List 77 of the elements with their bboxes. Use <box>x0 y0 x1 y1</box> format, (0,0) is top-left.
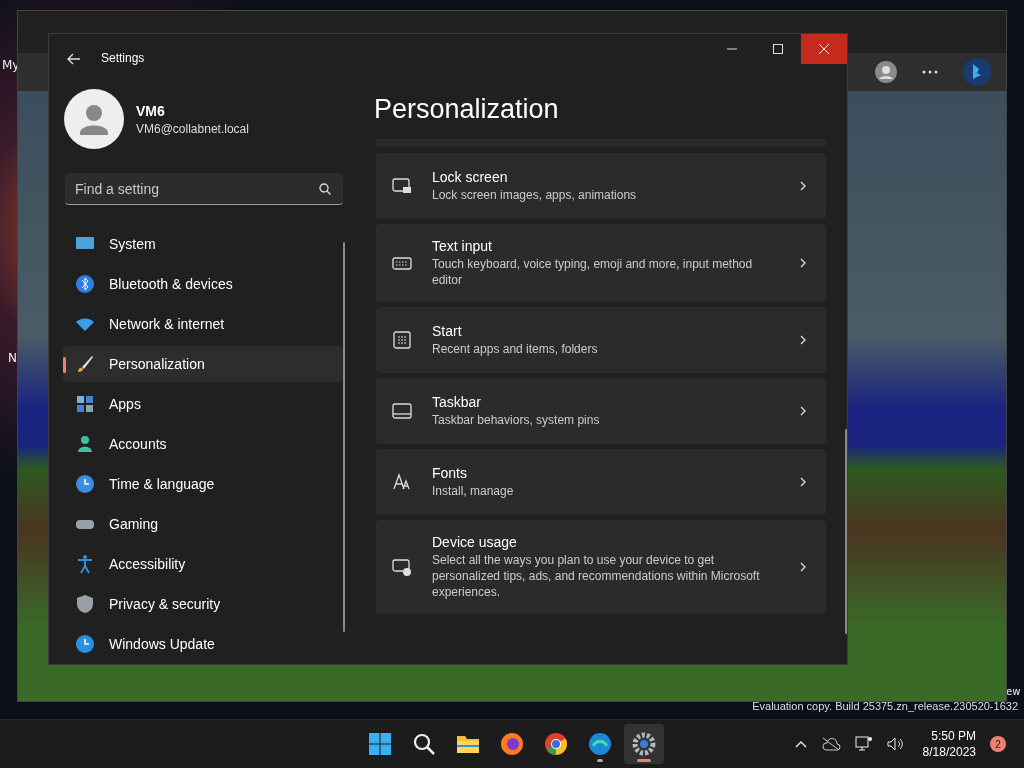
category-icon <box>75 394 95 414</box>
card-title: Text input <box>432 238 493 254</box>
nav-item[interactable]: Gaming <box>63 506 343 542</box>
windows-logo-icon <box>368 732 392 756</box>
chevron-icon <box>800 562 806 572</box>
chevron-icon <box>800 258 806 268</box>
settings-card[interactable]: Text input Touch keyboard, voice typing, emoji and more, input method editor <box>376 224 826 302</box>
nav-item[interactable]: Apps <box>63 386 343 422</box>
avatar-icon <box>64 89 124 149</box>
user-email: VM6@collabnet.local <box>136 121 249 136</box>
category-icon <box>392 401 412 421</box>
settings-card[interactable]: Device usage Select all the ways you plan to use your device to get personalized tips, ads, and recommendations within Microsoft experiences. <box>376 520 826 614</box>
card-title: Device usage <box>432 534 518 550</box>
watermark-text: Evaluation copy. Build 25375.zn_release.230520-1632 <box>752 700 1018 712</box>
search-field[interactable]: Find a setting <box>65 173 343 205</box>
maximize-icon <box>773 44 783 54</box>
nav-item[interactable]: Windows Update <box>63 626 343 662</box>
card-description: Install, manage <box>432 483 515 499</box>
nav-item[interactable]: Accounts <box>63 426 343 462</box>
chat-icon[interactable] <box>962 57 992 87</box>
card-title: Start <box>432 323 463 339</box>
settings-card[interactable]: Fonts Install, manage <box>376 449 826 515</box>
card-description: Select all the ways you plan to use your device to get personalized tips, ads, and recommendations within Microsoft experiences. <box>432 552 761 600</box>
nav-item[interactable]: Network & internet <box>63 306 343 342</box>
volume-icon[interactable] <box>886 737 903 751</box>
settings-card[interactable]: Lock screen Lock screen images, apps, animations <box>376 153 826 219</box>
search-icon <box>412 732 436 756</box>
nav-item[interactable]: Personalization <box>63 346 343 382</box>
category-icon <box>75 474 95 494</box>
close-icon <box>819 44 829 54</box>
chevron-icon <box>800 335 806 345</box>
settings-card[interactable]: Taskbar Taskbar behaviors, system pins <box>376 378 826 444</box>
notification-badge[interactable]: 2 <box>990 736 1006 752</box>
category-icon <box>75 634 95 654</box>
category-icon <box>392 557 412 577</box>
desktop-icon-label[interactable]: N <box>8 351 17 365</box>
card-description: Touch keyboard, voice typing, emoji and more, input method editor <box>432 256 754 288</box>
clock[interactable]: 5:50 PM 8/18/2023 <box>922 729 976 759</box>
category-icon <box>75 434 95 454</box>
chevron-up-icon[interactable] <box>794 740 807 748</box>
nav-item[interactable]: Time & language <box>63 466 343 502</box>
back-icon[interactable] <box>67 53 81 65</box>
network-icon[interactable] <box>854 736 873 752</box>
nav-item[interactable]: Privacy & security <box>63 586 343 622</box>
nav-item[interactable]: Accessibility <box>63 546 343 582</box>
taskbar-app-button[interactable] <box>624 724 664 764</box>
settings-card[interactable]: Start Recent apps and items, folders <box>376 307 826 373</box>
card-title: Fonts <box>432 465 468 481</box>
card-title: Lock screen <box>432 169 509 185</box>
more-icon[interactable] <box>922 70 938 74</box>
page-title: Personalization <box>374 94 560 125</box>
round-logo-icon <box>544 732 568 756</box>
user-name: VM6 <box>136 102 166 119</box>
window-title: Settings <box>101 51 145 65</box>
chevron-icon <box>800 406 806 416</box>
category-icon <box>392 330 412 350</box>
card-description: Lock screen images, apps, animations <box>432 187 638 203</box>
category-icon <box>75 594 95 614</box>
settings-icon <box>632 732 656 756</box>
search-icon <box>319 183 331 195</box>
wave-logo-icon <box>588 732 612 756</box>
profile-icon[interactable] <box>874 60 898 84</box>
desktop-icon-label[interactable]: ew <box>1006 686 1021 697</box>
nav-item[interactable]: Bluetooth & devices <box>63 266 343 302</box>
category-icon <box>75 354 95 374</box>
card-title: Taskbar <box>432 394 483 410</box>
chevron-icon <box>800 181 806 191</box>
category-icon <box>75 554 95 574</box>
card-description: Recent apps and items, folders <box>432 341 599 357</box>
cloud-off-icon[interactable] <box>820 737 841 751</box>
card-description: Taskbar behaviors, system pins <box>432 412 601 428</box>
category-icon <box>392 176 412 196</box>
category-icon <box>392 472 412 492</box>
nav-item[interactable]: System <box>63 226 343 262</box>
fox-globe-icon <box>500 732 524 756</box>
chevron-icon <box>800 477 806 487</box>
category-icon <box>75 274 95 294</box>
